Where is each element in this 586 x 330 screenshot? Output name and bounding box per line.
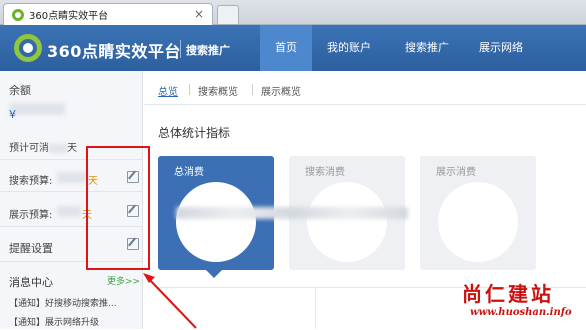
- display-budget-label: 展示预算:: [9, 210, 53, 221]
- notice-item[interactable]: 【通知】好搜移动搜索推...: [9, 296, 117, 309]
- brand-logo-icon[interactable]: [14, 34, 42, 62]
- new-tab-button[interactable]: [217, 5, 239, 24]
- notice-item[interactable]: 【通知】展示网络升级: [9, 315, 99, 328]
- blurred-value: [57, 206, 81, 217]
- display-spend-card[interactable]: 展示消费: [420, 156, 536, 270]
- close-icon[interactable]: ×: [194, 7, 204, 21]
- nav-home[interactable]: 首页: [260, 25, 312, 71]
- spend-circle: [438, 182, 518, 262]
- watermark-text: 尚仁建站: [462, 282, 554, 306]
- message-center-title: 消息中心: [9, 276, 53, 289]
- blurred-value: [9, 103, 65, 115]
- balance-label: 余额: [9, 84, 31, 97]
- blurred-values-strip: [176, 207, 408, 219]
- 360-logo-icon: [12, 8, 24, 21]
- card-label: 展示消费: [436, 167, 476, 178]
- blurred-value: [57, 172, 87, 183]
- annotation-box: [86, 146, 150, 270]
- subtab-overview[interactable]: 总览: [158, 83, 178, 98]
- brand-name: 360点睛实效平台: [47, 42, 181, 61]
- app-header: 360点睛实效平台 搜索推广 首页 我的账户 搜索推广 展示网络: [0, 25, 586, 71]
- days-remaining-text: 预计可消: [9, 143, 49, 154]
- browser-tab[interactable]: 360点睛实效平台 ×: [3, 3, 213, 25]
- watermark-url: www.huoshan.info: [470, 307, 572, 318]
- stats-title: 总体统计指标: [158, 126, 231, 140]
- browser-tab-bar: 360点睛实效平台 ×: [0, 0, 586, 25]
- subtab-divider: [252, 84, 253, 95]
- spend-circle: [176, 182, 256, 262]
- days-suffix: 天: [67, 143, 77, 154]
- card-label: 总消费: [174, 167, 204, 178]
- nav-search-promotion[interactable]: 搜索推广: [392, 25, 462, 71]
- overview-subnav: 总览 搜索概览 展示概览: [144, 71, 586, 105]
- search-budget-label: 搜索预算:: [9, 176, 53, 187]
- brand-divider: [180, 40, 181, 58]
- card-label: 搜索消费: [305, 167, 345, 178]
- reminder-settings-label: 提醒设置: [9, 242, 53, 255]
- logo-dot: [23, 43, 33, 53]
- chart-gridline: [315, 287, 316, 329]
- subtab-search-overview[interactable]: 搜索概览: [198, 83, 238, 98]
- subtab-divider: [189, 84, 190, 95]
- tab-title: 360点睛实效平台: [29, 11, 109, 22]
- nav-display-network[interactable]: 展示网络: [470, 25, 532, 71]
- brand-subtitle: 搜索推广: [186, 44, 230, 57]
- balance-currency: ¥: [9, 108, 16, 121]
- days-remaining-label: 预计可消 天: [9, 139, 77, 154]
- subtab-display-overview[interactable]: 展示概览: [261, 83, 301, 98]
- nav-my-account[interactable]: 我的账户: [318, 25, 380, 71]
- more-messages-link[interactable]: 更多>>: [107, 274, 140, 287]
- blurred-value: [49, 143, 67, 153]
- spend-circle: [307, 182, 387, 262]
- annotation-arrow: [143, 273, 197, 329]
